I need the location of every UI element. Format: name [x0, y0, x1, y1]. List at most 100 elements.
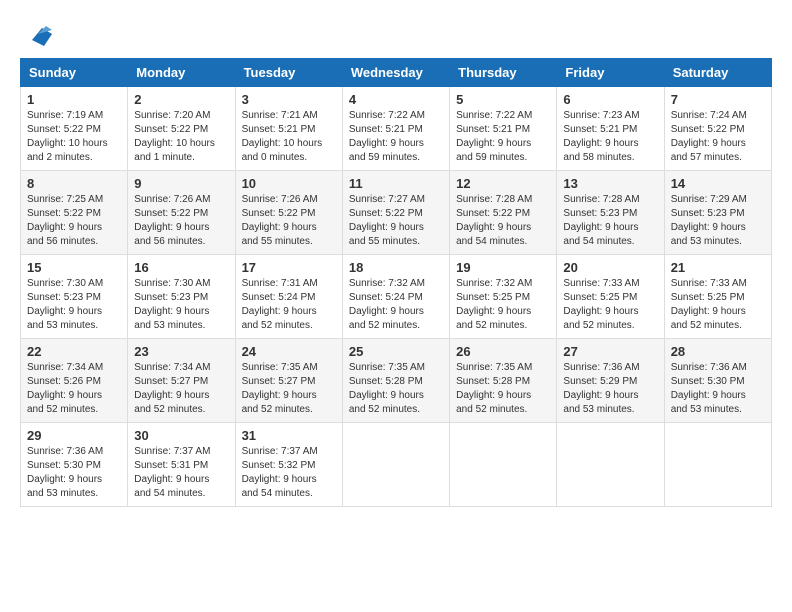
day-info: Sunrise: 7:37 AMSunset: 5:31 PMDaylight:… — [134, 446, 210, 499]
day-number: 14 — [671, 176, 765, 191]
calendar-week-2: 8Sunrise: 7:25 AMSunset: 5:22 PMDaylight… — [21, 171, 772, 255]
day-info: Sunrise: 7:26 AMSunset: 5:22 PMDaylight:… — [134, 194, 210, 247]
calendar-cell: 31 Sunrise: 7:37 AMSunset: 5:32 PMDayligh… — [235, 423, 342, 507]
day-number: 29 — [27, 428, 121, 443]
day-info: Sunrise: 7:30 AMSunset: 5:23 PMDaylight:… — [27, 278, 103, 331]
calendar-header-row: SundayMondayTuesdayWednesdayThursdayFrid… — [21, 59, 772, 87]
day-number: 27 — [563, 344, 657, 359]
calendar-cell: 23 Sunrise: 7:34 AMSunset: 5:27 PMDayligh… — [128, 339, 235, 423]
day-number: 25 — [349, 344, 443, 359]
calendar-cell: 22Sunrise: 7:34 AMSunset: 5:26 PMDayligh… — [21, 339, 128, 423]
calendar-week-5: 29 Sunrise: 7:36 AMSunset: 5:30 PMDayligh… — [21, 423, 772, 507]
calendar-cell: 25 Sunrise: 7:35 AMSunset: 5:28 PMDayligh… — [342, 339, 449, 423]
day-number: 10 — [242, 176, 336, 191]
weekday-header-monday: Monday — [128, 59, 235, 87]
calendar-cell: 3Sunrise: 7:21 AMSunset: 5:21 PMDaylight… — [235, 87, 342, 171]
day-number: 2 — [134, 92, 228, 107]
calendar-cell: 28 Sunrise: 7:36 AMSunset: 5:30 PMDayligh… — [664, 339, 771, 423]
day-info: Sunrise: 7:22 AMSunset: 5:21 PMDaylight:… — [456, 110, 532, 163]
day-number: 26 — [456, 344, 550, 359]
day-info: Sunrise: 7:35 AMSunset: 5:28 PMDaylight:… — [456, 362, 532, 415]
weekday-header-friday: Friday — [557, 59, 664, 87]
day-info: Sunrise: 7:37 AMSunset: 5:32 PMDaylight:… — [242, 446, 318, 499]
day-number: 28 — [671, 344, 765, 359]
calendar-cell — [557, 423, 664, 507]
day-number: 23 — [134, 344, 228, 359]
calendar-cell — [664, 423, 771, 507]
calendar-cell: 6Sunrise: 7:23 AMSunset: 5:21 PMDaylight… — [557, 87, 664, 171]
logo-icon — [24, 20, 52, 48]
calendar-cell: 4 Sunrise: 7:22 AMSunset: 5:21 PMDaylight… — [342, 87, 449, 171]
day-info: Sunrise: 7:33 AMSunset: 5:25 PMDaylight:… — [671, 278, 747, 331]
weekday-header-thursday: Thursday — [450, 59, 557, 87]
calendar-cell: 2 Sunrise: 7:20 AMSunset: 5:22 PMDaylight… — [128, 87, 235, 171]
day-info: Sunrise: 7:35 AMSunset: 5:27 PMDaylight:… — [242, 362, 318, 415]
weekday-header-tuesday: Tuesday — [235, 59, 342, 87]
calendar-cell: 10 Sunrise: 7:26 AMSunset: 5:22 PMDayligh… — [235, 171, 342, 255]
day-info: Sunrise: 7:23 AMSunset: 5:21 PMDaylight:… — [563, 110, 639, 163]
calendar-cell: 8Sunrise: 7:25 AMSunset: 5:22 PMDaylight… — [21, 171, 128, 255]
day-number: 31 — [242, 428, 336, 443]
day-number: 11 — [349, 176, 443, 191]
day-info: Sunrise: 7:28 AMSunset: 5:23 PMDaylight:… — [563, 194, 639, 247]
calendar-cell — [450, 423, 557, 507]
day-info: Sunrise: 7:33 AMSunset: 5:25 PMDaylight:… — [563, 278, 639, 331]
calendar-cell: 15 Sunrise: 7:30 AMSunset: 5:23 PMDayligh… — [21, 255, 128, 339]
calendar-cell: 1 Sunrise: 7:19 AMSunset: 5:22 PMDaylight… — [21, 87, 128, 171]
day-info: Sunrise: 7:32 AMSunset: 5:24 PMDaylight:… — [349, 278, 425, 331]
calendar-cell: 19 Sunrise: 7:32 AMSunset: 5:25 PMDayligh… — [450, 255, 557, 339]
calendar-body: 1 Sunrise: 7:19 AMSunset: 5:22 PMDaylight… — [21, 87, 772, 507]
day-info: Sunrise: 7:28 AMSunset: 5:22 PMDaylight:… — [456, 194, 532, 247]
day-number: 19 — [456, 260, 550, 275]
day-info: Sunrise: 7:34 AMSunset: 5:26 PMDaylight:… — [27, 362, 103, 415]
calendar-cell: 12 Sunrise: 7:28 AMSunset: 5:22 PMDayligh… — [450, 171, 557, 255]
day-info: Sunrise: 7:36 AMSunset: 5:29 PMDaylight:… — [563, 362, 639, 415]
day-info: Sunrise: 7:32 AMSunset: 5:25 PMDaylight:… — [456, 278, 532, 331]
calendar-week-4: 22Sunrise: 7:34 AMSunset: 5:26 PMDayligh… — [21, 339, 772, 423]
calendar-cell: 16Sunrise: 7:30 AMSunset: 5:23 PMDayligh… — [128, 255, 235, 339]
day-number: 15 — [27, 260, 121, 275]
calendar-cell: 13 Sunrise: 7:28 AMSunset: 5:23 PMDayligh… — [557, 171, 664, 255]
day-number: 13 — [563, 176, 657, 191]
day-info: Sunrise: 7:26 AMSunset: 5:22 PMDaylight:… — [242, 194, 318, 247]
day-number: 5 — [456, 92, 550, 107]
day-info: Sunrise: 7:36 AMSunset: 5:30 PMDaylight:… — [671, 362, 747, 415]
day-number: 3 — [242, 92, 336, 107]
day-number: 4 — [349, 92, 443, 107]
day-number: 17 — [242, 260, 336, 275]
calendar-table: SundayMondayTuesdayWednesdayThursdayFrid… — [20, 58, 772, 507]
logo — [20, 20, 52, 48]
day-info: Sunrise: 7:20 AMSunset: 5:22 PMDaylight:… — [134, 110, 215, 163]
day-number: 1 — [27, 92, 121, 107]
day-number: 30 — [134, 428, 228, 443]
day-info: Sunrise: 7:25 AMSunset: 5:22 PMDaylight:… — [27, 194, 103, 247]
day-number: 12 — [456, 176, 550, 191]
day-info: Sunrise: 7:22 AMSunset: 5:21 PMDaylight:… — [349, 110, 425, 163]
day-number: 24 — [242, 344, 336, 359]
day-info: Sunrise: 7:29 AMSunset: 5:23 PMDaylight:… — [671, 194, 747, 247]
calendar-cell: 5 Sunrise: 7:22 AMSunset: 5:21 PMDaylight… — [450, 87, 557, 171]
calendar-cell: 26 Sunrise: 7:35 AMSunset: 5:28 PMDayligh… — [450, 339, 557, 423]
calendar-cell: 7Sunrise: 7:24 AMSunset: 5:22 PMDaylight… — [664, 87, 771, 171]
calendar-cell: 17 Sunrise: 7:31 AMSunset: 5:24 PMDayligh… — [235, 255, 342, 339]
calendar-week-1: 1 Sunrise: 7:19 AMSunset: 5:22 PMDaylight… — [21, 87, 772, 171]
calendar-cell: 30 Sunrise: 7:37 AMSunset: 5:31 PMDayligh… — [128, 423, 235, 507]
weekday-header-wednesday: Wednesday — [342, 59, 449, 87]
day-number: 7 — [671, 92, 765, 107]
day-info: Sunrise: 7:34 AMSunset: 5:27 PMDaylight:… — [134, 362, 210, 415]
day-info: Sunrise: 7:19 AMSunset: 5:22 PMDaylight:… — [27, 110, 108, 163]
calendar-cell: 24 Sunrise: 7:35 AMSunset: 5:27 PMDayligh… — [235, 339, 342, 423]
calendar-cell: 14 Sunrise: 7:29 AMSunset: 5:23 PMDayligh… — [664, 171, 771, 255]
day-info: Sunrise: 7:35 AMSunset: 5:28 PMDaylight:… — [349, 362, 425, 415]
day-number: 20 — [563, 260, 657, 275]
day-number: 18 — [349, 260, 443, 275]
calendar-cell: 21 Sunrise: 7:33 AMSunset: 5:25 PMDayligh… — [664, 255, 771, 339]
page-header — [20, 20, 772, 48]
day-info: Sunrise: 7:30 AMSunset: 5:23 PMDaylight:… — [134, 278, 210, 331]
day-number: 21 — [671, 260, 765, 275]
day-info: Sunrise: 7:31 AMSunset: 5:24 PMDaylight:… — [242, 278, 318, 331]
weekday-header-saturday: Saturday — [664, 59, 771, 87]
day-info: Sunrise: 7:36 AMSunset: 5:30 PMDaylight:… — [27, 446, 103, 499]
weekday-header-sunday: Sunday — [21, 59, 128, 87]
calendar-cell: 29 Sunrise: 7:36 AMSunset: 5:30 PMDayligh… — [21, 423, 128, 507]
